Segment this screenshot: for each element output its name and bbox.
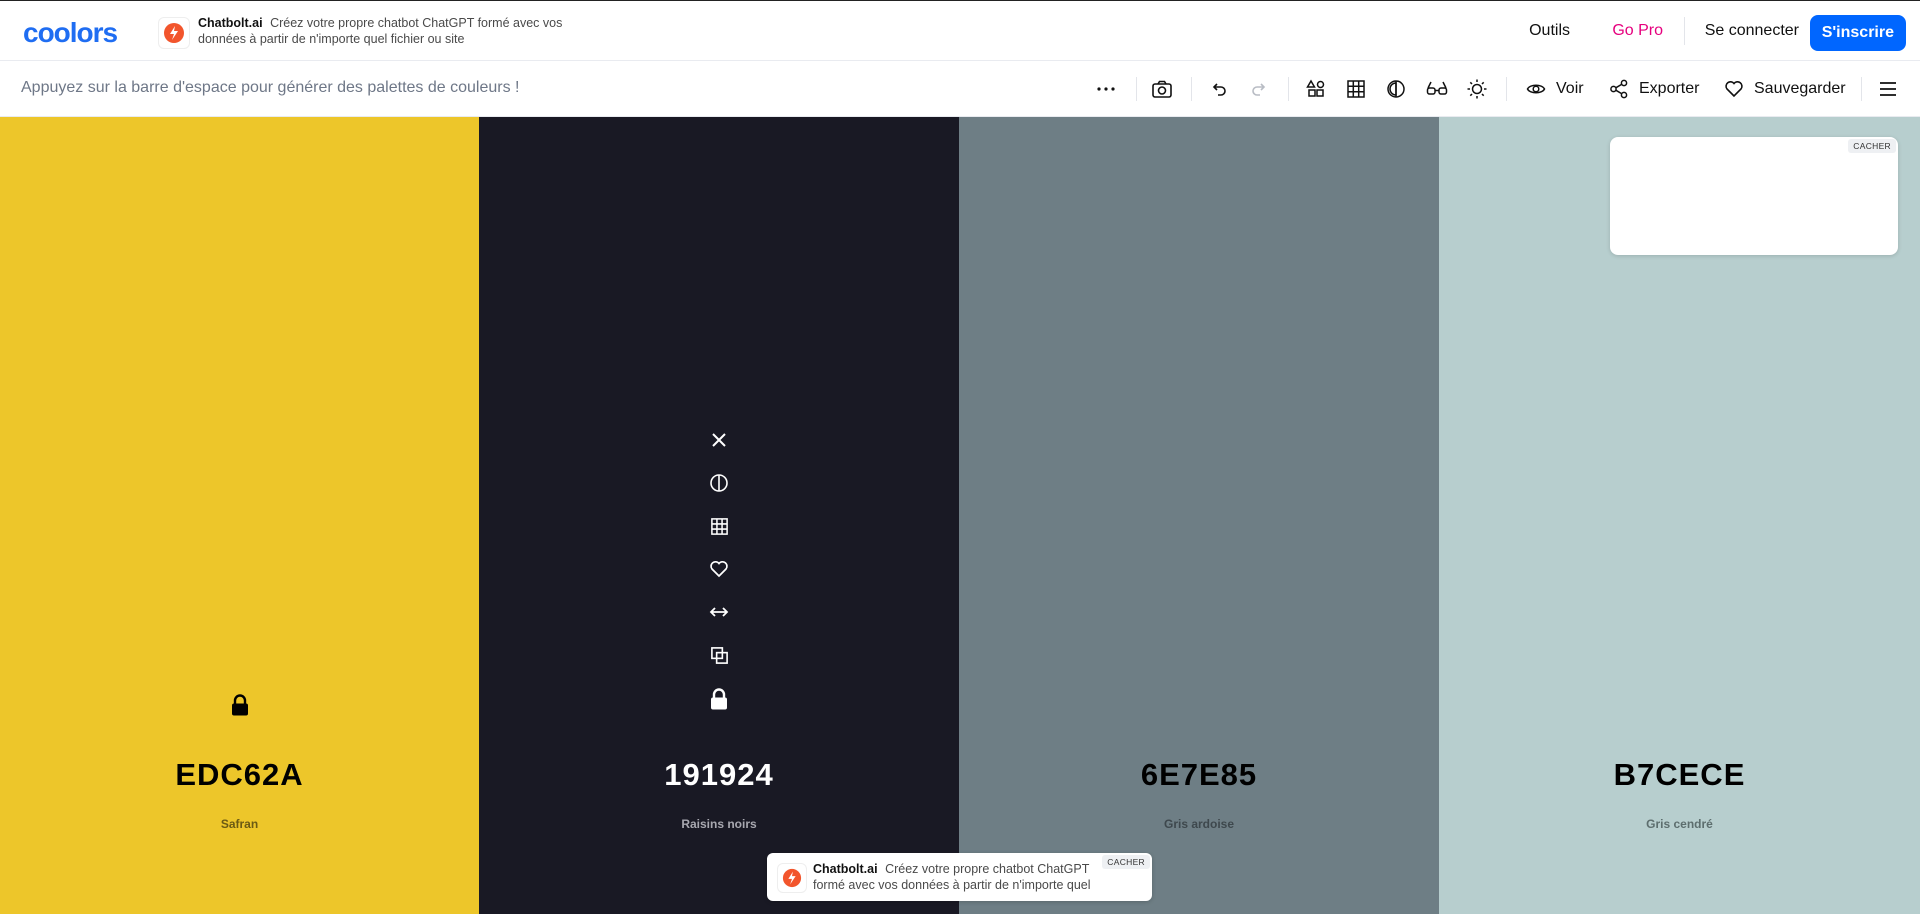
camera-icon — [1152, 80, 1172, 98]
color-name[interactable]: Gris ardoise — [959, 817, 1439, 831]
side-ad-box[interactable]: CACHER — [1610, 137, 1898, 255]
remove-color-button[interactable] — [708, 429, 730, 451]
heart-icon — [710, 560, 728, 578]
hamburger-menu-icon — [1880, 82, 1896, 96]
color-name[interactable]: Safran — [0, 817, 479, 831]
chatbolt-logo-icon — [777, 863, 807, 893]
save-label: Sauvegarder — [1754, 80, 1846, 97]
top-ad-banner[interactable]: Chatbolt.ai Créez votre propre chatbot C… — [158, 15, 578, 51]
coolors-logo[interactable]: coolors — [23, 17, 118, 49]
export-button[interactable]: Exporter — [1609, 75, 1699, 103]
contrast-button[interactable] — [1386, 75, 1406, 103]
bottom-ad-text: Chatbolt.ai Créez votre propre chatbot C… — [813, 861, 1103, 893]
toolbar-divider — [1136, 77, 1137, 101]
heart-icon — [1725, 81, 1743, 98]
bottom-ad-banner[interactable]: Chatbolt.ai Créez votre propre chatbot C… — [767, 853, 1152, 901]
login-link[interactable]: Se connecter — [1705, 22, 1799, 40]
screenshot-button[interactable] — [1151, 75, 1173, 103]
color-palette: EDC62A Safran 191924 Raisins noirs 6E7E8… — [0, 117, 1920, 914]
chatbolt-logo-icon — [158, 17, 190, 49]
color-blindness-button[interactable] — [1426, 75, 1448, 103]
copy-icon — [710, 646, 728, 664]
toolbar-divider — [1506, 77, 1507, 101]
shades-button[interactable] — [708, 472, 730, 494]
contrast-icon — [710, 474, 728, 492]
view-shades-button[interactable] — [708, 515, 730, 537]
color-hex-code[interactable]: 191924 — [479, 757, 959, 793]
more-dots-icon — [1097, 87, 1115, 91]
eye-icon — [1526, 84, 1546, 94]
spacebar-hint: Appuyez sur la barre d'espace pour génér… — [21, 79, 520, 96]
color-swatch[interactable]: 6E7E85 Gris ardoise — [959, 117, 1439, 914]
export-label: Exporter — [1639, 80, 1700, 97]
color-hex-code[interactable]: 6E7E85 — [959, 757, 1439, 793]
drag-color-button[interactable] — [708, 601, 730, 623]
view-button[interactable]: Voir — [1526, 75, 1584, 103]
grid-icon — [1347, 80, 1365, 98]
grid-view-button[interactable] — [1346, 75, 1366, 103]
shapes-icon — [1306, 79, 1325, 97]
lock-icon[interactable] — [708, 688, 730, 710]
color-name[interactable]: Gris cendré — [1439, 817, 1920, 831]
toolbar-divider — [1861, 77, 1862, 101]
color-hex-code[interactable]: EDC62A — [0, 757, 479, 793]
shapes-button[interactable] — [1306, 75, 1326, 103]
redo-button[interactable] — [1249, 75, 1269, 103]
favorite-color-button[interactable] — [708, 558, 730, 580]
palette-toolbar: Appuyez sur la barre d'espace pour génér… — [0, 61, 1920, 117]
menu-button[interactable] — [1878, 75, 1898, 103]
lock-icon[interactable] — [229, 693, 251, 717]
top-navbar: coolors Chatbolt.ai Créez votre propre c… — [0, 0, 1920, 61]
top-ad-brand: Chatbolt.ai — [198, 16, 263, 30]
top-ad-text: Chatbolt.ai Créez votre propre chatbot C… — [198, 15, 578, 47]
hide-ad-button[interactable]: CACHER — [1102, 855, 1150, 869]
toolbar-divider — [1191, 77, 1192, 101]
hide-ad-button[interactable]: CACHER — [1848, 139, 1896, 153]
sun-icon — [1467, 79, 1487, 99]
grid-icon — [710, 517, 728, 535]
nav-tools-link[interactable]: Outils — [1529, 22, 1570, 40]
glasses-icon — [1426, 81, 1448, 95]
brightness-button[interactable] — [1466, 75, 1488, 103]
signup-button[interactable]: S'inscrire — [1809, 15, 1906, 51]
toolbar-divider — [1288, 77, 1289, 101]
drag-horizontal-icon — [709, 607, 729, 617]
save-button[interactable]: Sauvegarder — [1724, 75, 1846, 103]
more-options-button[interactable] — [1095, 75, 1117, 103]
color-name[interactable]: Raisins noirs — [479, 817, 959, 831]
color-swatch[interactable]: 191924 Raisins noirs — [479, 117, 959, 914]
contrast-icon — [1387, 80, 1405, 98]
nav-divider — [1684, 17, 1685, 45]
copy-hex-button[interactable] — [708, 644, 730, 666]
color-hex-code[interactable]: B7CECE — [1439, 757, 1920, 793]
undo-button[interactable] — [1209, 75, 1229, 103]
redo-icon — [1252, 83, 1266, 96]
color-swatch[interactable]: EDC62A Safran — [0, 117, 479, 914]
view-label: Voir — [1556, 80, 1584, 97]
close-icon — [712, 433, 726, 447]
share-icon — [1610, 79, 1628, 99]
bottom-ad-brand: Chatbolt.ai — [813, 862, 878, 876]
nav-go-pro-link[interactable]: Go Pro — [1612, 22, 1663, 40]
undo-icon — [1212, 83, 1226, 96]
